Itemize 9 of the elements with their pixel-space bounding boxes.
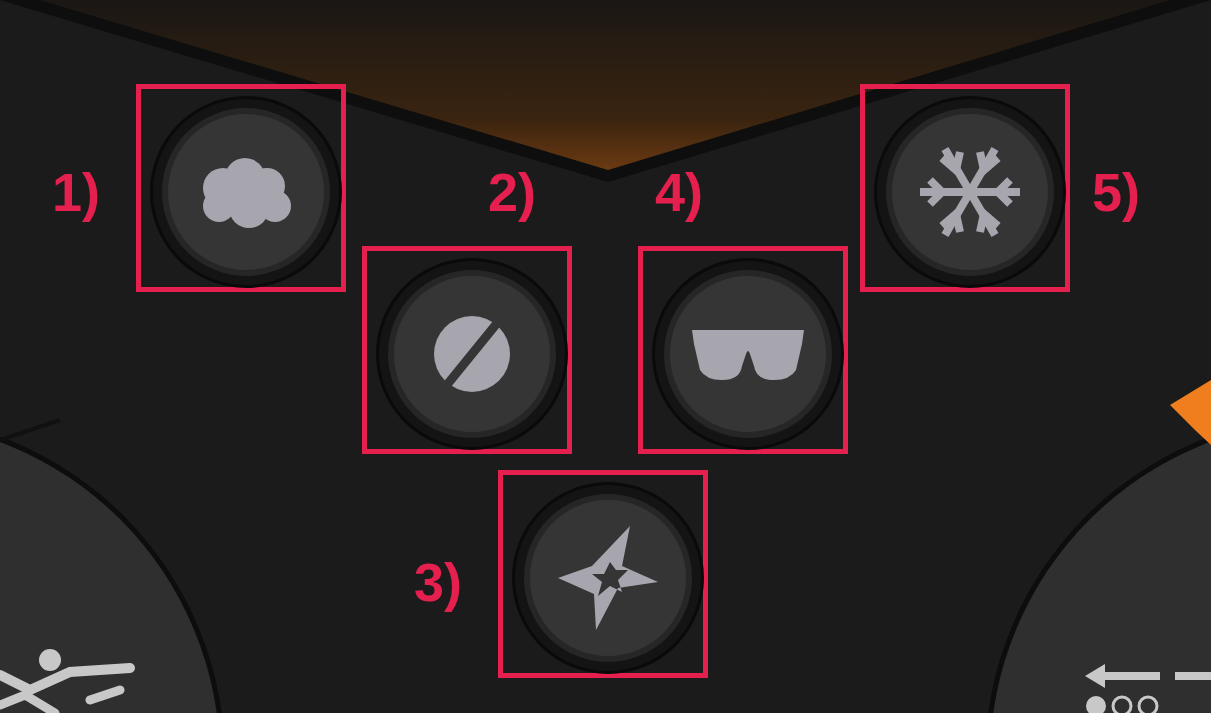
callout-number: 1) xyxy=(52,161,100,224)
snowflake-icon xyxy=(918,146,1022,238)
arrow-icon xyxy=(1085,664,1211,713)
swimmer-icon xyxy=(0,649,135,713)
callout-number: 4) xyxy=(655,161,703,224)
callout-number: 2) xyxy=(488,161,536,224)
callout-number: 3) xyxy=(414,551,462,614)
callout-number: 5) xyxy=(1092,161,1140,224)
pill-icon xyxy=(432,314,512,394)
